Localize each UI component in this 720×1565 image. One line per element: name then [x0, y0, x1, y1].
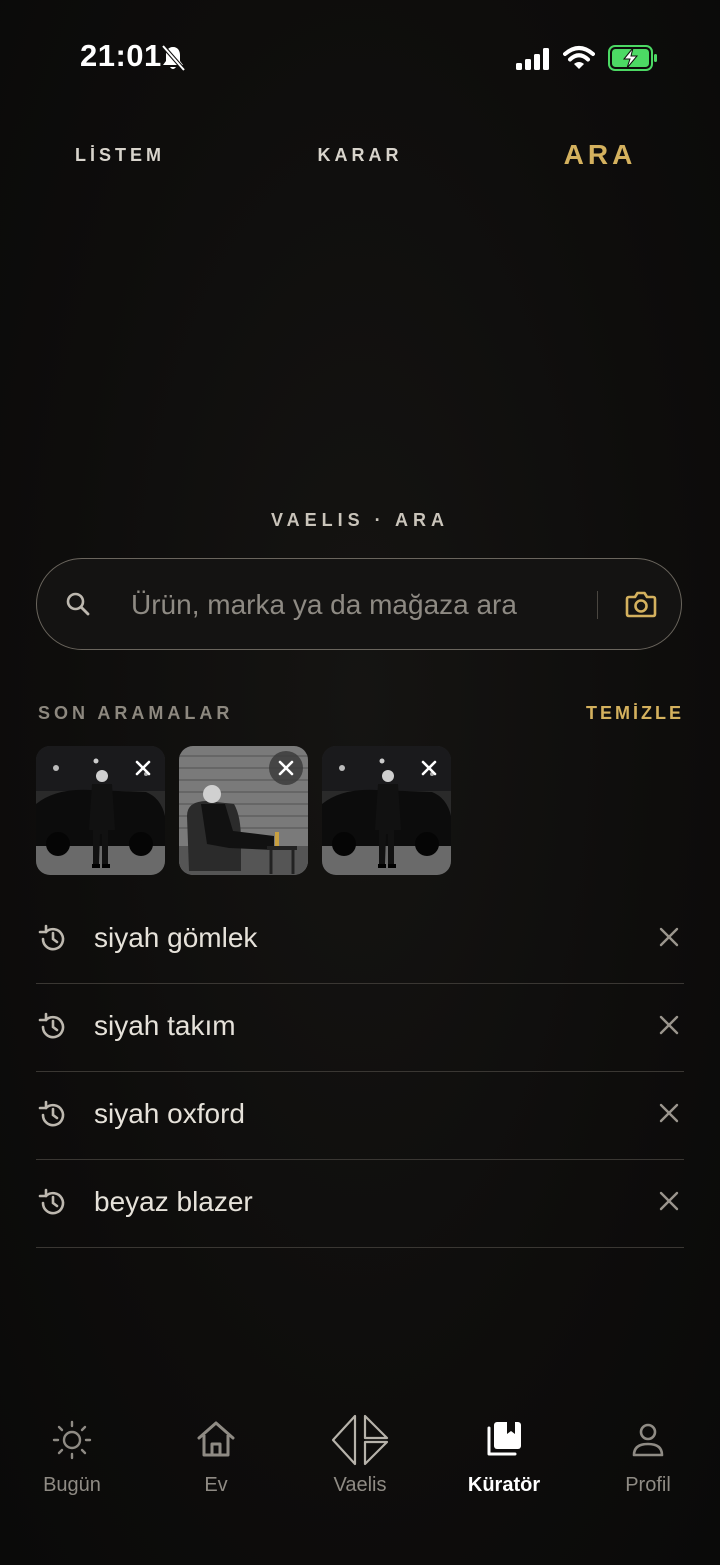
status-bar: 21:01	[0, 0, 720, 120]
remove-icon[interactable]	[658, 1014, 680, 1036]
top-tabs: LİSTEM KARAR ARA	[0, 130, 720, 180]
search-icon	[66, 592, 90, 616]
camera-icon[interactable]	[625, 589, 657, 619]
remove-icon[interactable]	[658, 926, 680, 948]
search-input[interactable]	[129, 579, 593, 631]
signal-icon	[516, 48, 549, 70]
nav-label: Küratör	[467, 1474, 541, 1496]
nav-item-kurator[interactable]: Küratör	[432, 1400, 576, 1510]
history-icon	[38, 1188, 65, 1215]
nav-label: Profil	[625, 1474, 671, 1496]
nav-label: Ev	[204, 1474, 228, 1496]
person-icon	[632, 1423, 664, 1457]
recent-image-search[interactable]	[36, 746, 165, 875]
close-icon[interactable]	[269, 751, 303, 785]
collection-icon	[487, 1422, 521, 1456]
vaelis-logo-icon	[331, 1414, 389, 1466]
nav-item-bugun[interactable]: Bugün	[0, 1400, 144, 1510]
search-bar[interactable]	[36, 558, 682, 650]
recent-search-label: siyah oxford	[94, 1098, 245, 1129]
bottom-nav: Bugün Ev Vaelis Küratör Profil	[0, 1400, 720, 1540]
nav-item-vaelis[interactable]: Vaelis	[288, 1400, 432, 1510]
recent-searches-header: SON ARAMALAR	[38, 703, 234, 723]
search-screen: 21:01 LİSTEM KARAR ARA VAELIS · ARA Ürün…	[0, 0, 720, 1565]
nav-item-ev[interactable]: Ev	[144, 1400, 288, 1510]
recent-search-item[interactable]: siyah oxford	[36, 1072, 684, 1160]
recent-search-label: beyaz blazer	[94, 1186, 253, 1217]
recent-search-label: siyah takım	[94, 1010, 236, 1041]
recent-search-item[interactable]: siyah takım	[36, 984, 684, 1072]
recent-search-item[interactable]: siyah gömlek	[36, 896, 684, 984]
recent-image-search[interactable]	[322, 746, 451, 875]
search-divider	[597, 591, 598, 619]
clear-button[interactable]: TEMİZLE	[586, 703, 684, 724]
wifi-icon	[563, 46, 595, 69]
close-icon[interactable]	[126, 751, 160, 785]
remove-icon[interactable]	[658, 1190, 680, 1212]
nav-label: Bugün	[43, 1474, 101, 1496]
sun-icon	[52, 1420, 92, 1460]
recent-search-label: siyah gömlek	[94, 922, 258, 953]
close-icon[interactable]	[412, 751, 446, 785]
history-icon	[38, 1100, 65, 1127]
home-icon	[197, 1421, 235, 1457]
tab-karar[interactable]: KARAR	[300, 130, 420, 180]
tab-listem[interactable]: LİSTEM	[60, 130, 180, 180]
battery-charging-icon	[608, 45, 657, 71]
bell-off-icon	[161, 44, 186, 72]
remove-icon[interactable]	[658, 1102, 680, 1124]
recent-image-search[interactable]	[179, 746, 308, 875]
tab-ara[interactable]: ARA	[540, 130, 660, 180]
section-title: VAELIS · ARA	[270, 510, 449, 530]
nav-item-profil[interactable]: Profil	[576, 1400, 720, 1510]
nav-label: Vaelis	[333, 1474, 387, 1496]
status-time: 21:01	[80, 38, 162, 73]
history-icon	[38, 1012, 65, 1039]
recent-search-item[interactable]: beyaz blazer	[36, 1160, 684, 1248]
history-icon	[38, 924, 65, 951]
